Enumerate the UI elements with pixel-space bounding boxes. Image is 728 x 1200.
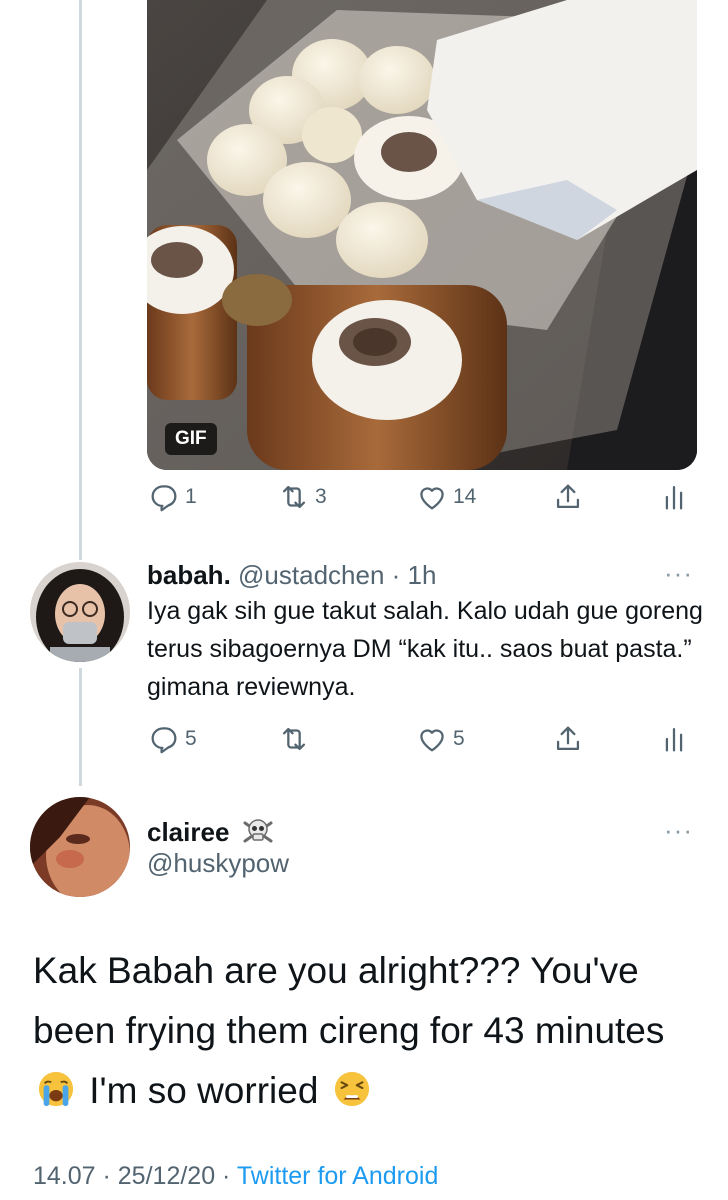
like-button[interactable]: 14 (415, 480, 476, 514)
retweet-icon (282, 485, 306, 509)
retweet-button[interactable] (277, 722, 315, 756)
avatar[interactable] (30, 797, 130, 897)
food-photo (147, 0, 697, 470)
reply-icon (151, 485, 177, 512)
tweet-actions: 1 3 14 (147, 480, 687, 520)
reply-count: 5 (185, 727, 197, 750)
analytics-button[interactable] (657, 480, 691, 514)
reply-header: babah. @ustadchen · 1h (147, 560, 436, 591)
like-count: 14 (453, 485, 477, 508)
skull-crossbones-icon (243, 819, 273, 843)
gif-media[interactable]: GIF (147, 0, 697, 470)
tweet-text-part: Kak Babah are you alright??? You've been… (33, 950, 665, 1051)
tired-face-icon (334, 1072, 369, 1107)
retweet-icon (282, 727, 306, 751)
share-button[interactable] (551, 722, 585, 756)
analytics-icon (665, 727, 683, 752)
share-icon (556, 484, 580, 509)
heart-icon (420, 729, 444, 752)
retweet-button[interactable]: 3 (277, 480, 327, 514)
reply-button[interactable]: 5 (147, 722, 197, 756)
like-button[interactable]: 5 (415, 722, 465, 756)
gif-badge: GIF (165, 423, 217, 455)
more-options-button[interactable]: ··· (664, 558, 693, 589)
reply-icon (151, 727, 177, 754)
analytics-button[interactable] (657, 722, 691, 756)
tweet-source-link[interactable]: Twitter for Android (237, 1162, 438, 1190)
handle[interactable]: @huskypow (147, 848, 289, 879)
tweet-text: Kak Babah are you alright??? You've been… (33, 941, 713, 1121)
retweet-count: 3 (315, 485, 327, 508)
tweet-text-part: I'm so worried (89, 1070, 319, 1111)
heart-icon (420, 487, 444, 510)
tweet-date[interactable]: 25/12/20 (118, 1162, 215, 1190)
reply-count: 1 (185, 485, 197, 508)
reply-actions: 5 5 (147, 722, 687, 762)
crying-face-icon (38, 1072, 74, 1107)
display-name[interactable]: clairee (147, 817, 229, 847)
more-options-button[interactable]: ··· (664, 815, 693, 846)
tweet-time[interactable]: 14.07 (33, 1162, 96, 1190)
avatar[interactable] (30, 562, 130, 662)
thread-line (79, 0, 82, 560)
reply-text: Iya gak sih gue takut salah. Kalo udah g… (147, 597, 703, 701)
analytics-icon (665, 485, 683, 510)
avatar-image (30, 797, 130, 897)
tweet-meta: 14.07 · 25/12/20 · Twitter for Android (33, 1162, 438, 1191)
handle-time[interactable]: @ustadchen · 1h (238, 560, 436, 590)
main-header: clairee (147, 815, 275, 849)
share-icon (556, 726, 580, 751)
like-count: 5 (453, 727, 465, 750)
separator: · (215, 1162, 237, 1190)
reply-button[interactable]: 1 (147, 480, 197, 514)
separator: · (95, 1162, 118, 1190)
display-name[interactable]: babah. (147, 560, 231, 590)
share-button[interactable] (551, 480, 585, 514)
avatar-image (30, 562, 130, 662)
thread-line (79, 668, 82, 786)
